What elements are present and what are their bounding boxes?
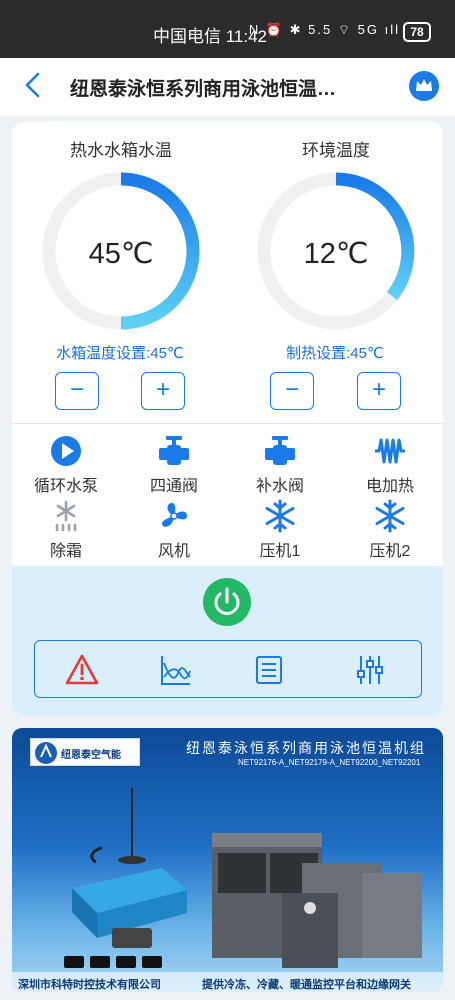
device-label: 电加热 [365, 478, 414, 495]
water-tank-gauge-title: 热水水箱水温 [70, 141, 172, 160]
status-icons: N ⏰ ✱ 5.5 ⌔ 5G ıll [248, 22, 400, 37]
device-circulation-pump: 循环水泵 [16, 434, 116, 496]
compressor-snowflake-icon [375, 499, 405, 533]
parameter-list-icon[interactable] [252, 653, 286, 687]
device-fan: 风机 [124, 499, 224, 561]
brand-logo-text: 纽恩泰空气能 [61, 750, 121, 761]
page-title: 纽恩泰泳恒系列商用泳池恒温… [70, 79, 337, 100]
ambient-temperature: 12℃ [303, 238, 369, 270]
heating-temp-decrease-button[interactable]: − [270, 372, 314, 410]
device-compressor-1: 压机1 [230, 499, 330, 561]
circulation-pump-icon [51, 436, 81, 466]
banner-title: 纽恩泰泳恒系列商用泳池恒温机组 [186, 741, 426, 757]
tank-temp-increase-button[interactable]: + [141, 372, 185, 410]
battery-indicator: 78 [403, 22, 431, 42]
device-label: 压机1 [259, 543, 301, 560]
device-four-way-valve: 四通阀 [124, 434, 224, 496]
defrost-icon [55, 500, 77, 532]
ambient-gauge: 环境温度 12℃ [251, 136, 421, 335]
device-defrost: 除霜 [16, 499, 116, 561]
device-status-card: 热水水箱水温 45℃ 环境温度 12℃ 水箱温度设置:45℃ 制热设置:45℃ … [12, 122, 443, 716]
alarm-warning-icon[interactable] [65, 653, 99, 687]
vip-crown-icon[interactable] [409, 71, 439, 101]
tank-setpoint-label[interactable]: 水箱温度设置:45℃ [20, 342, 220, 363]
brand-logo: 纽恩泰空气能 [30, 738, 140, 766]
product-banner[interactable]: 纽恩泰空气能 纽恩泰泳恒系列商用泳池恒温机组 NET92176-A_NET921… [12, 728, 443, 992]
device-label: 风机 [157, 543, 190, 560]
device-label: 除霜 [49, 543, 82, 560]
power-button[interactable] [203, 578, 251, 626]
ambient-gauge-title: 环境温度 [302, 141, 370, 160]
app-store-badges [64, 956, 162, 968]
banner-slogan: 提供冷冻、冷藏、暖通监控平台和边缘网关 [202, 979, 411, 991]
banner-model-numbers: NET92176-A_NET92179-A_NET92200_NET92201 [238, 758, 421, 767]
tank-temp-decrease-button[interactable]: − [55, 372, 99, 410]
status-bar: 中国电信 11:42 N ⏰ ✱ 5.5 ⌔ 5G ıll 78 [0, 0, 455, 58]
compressor-snowflake-icon [265, 499, 295, 533]
trend-chart-icon[interactable] [159, 653, 193, 687]
device-electric-heater: 电加热 [340, 434, 440, 496]
device-compressor-2: 压机2 [340, 499, 440, 561]
banner-footer: 深圳市科特时控技术有限公司 提供冷冻、冷藏、暖通监控平台和边缘网关 [12, 972, 443, 992]
four-way-valve-icon [159, 436, 189, 465]
water-refill-valve-icon [265, 436, 295, 465]
device-label: 四通阀 [149, 478, 198, 495]
heating-setpoint-label[interactable]: 制热设置:45℃ [235, 342, 435, 363]
app-header: 纽恩泰泳恒系列商用泳池恒温… [0, 58, 455, 116]
fan-icon [161, 502, 187, 527]
back-arrow-icon[interactable] [18, 70, 48, 100]
function-toolbar [34, 640, 422, 698]
brand-logo-icon [35, 742, 57, 764]
water-tank-temperature: 45℃ [88, 238, 154, 270]
section-divider [12, 423, 443, 424]
device-water-refill-valve: 补水阀 [230, 434, 330, 496]
settings-sliders-icon[interactable] [353, 653, 387, 687]
electric-heater-icon [375, 438, 405, 464]
banner-company-name: 深圳市科特时控技术有限公司 [18, 979, 161, 991]
device-label: 循环水泵 [33, 478, 98, 495]
control-panel [12, 566, 443, 716]
water-tank-gauge: 热水水箱水温 45℃ [36, 136, 206, 335]
device-label: 补水阀 [255, 478, 304, 495]
device-label: 压机2 [369, 543, 411, 560]
power-icon [214, 587, 240, 615]
heat-pump-units-image [212, 833, 422, 968]
heating-temp-increase-button[interactable]: + [357, 372, 401, 410]
